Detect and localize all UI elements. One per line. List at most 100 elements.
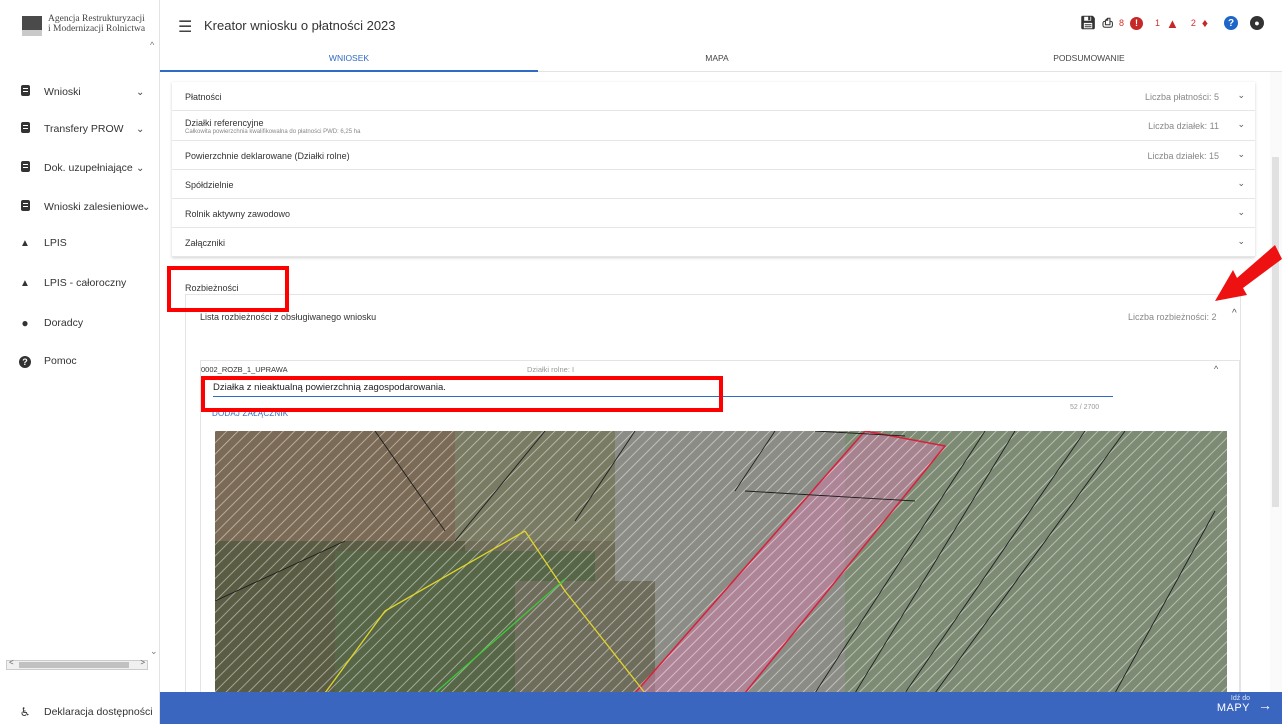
help-icon[interactable]: ? (1224, 16, 1238, 30)
mountain-icon: ▲︎ (20, 277, 30, 289)
user-icon[interactable]: ● (1250, 16, 1264, 30)
person-icon: ● (21, 316, 29, 330)
panel-title: Działki referencyjne (185, 118, 264, 128)
tab-wniosek[interactable]: WNIOSEK (160, 44, 538, 72)
warning-icon[interactable]: ▲ (1166, 16, 1179, 31)
panel-count: Liczba działek: 15 (1147, 151, 1219, 161)
bell-icon[interactable]: ♦ (1202, 16, 1208, 30)
document-icon (18, 161, 32, 175)
map-view[interactable] (215, 431, 1227, 692)
chevron-down-icon: ⌄ (136, 123, 145, 135)
content-vertical-scrollbar[interactable] (1270, 72, 1282, 692)
sidebar-item-label: Doradcy (44, 317, 84, 329)
sidebar-horizontal-scrollbar[interactable]: < > (6, 658, 148, 670)
main-content: Płatności Liczba płatności: 5 ⌄ Działki … (160, 72, 1282, 692)
warning-count: 1 (1154, 18, 1160, 28)
sidebar-scroll-down-icon[interactable]: ⌄ (150, 646, 158, 657)
sidebar-item-label: LPIS (44, 237, 67, 249)
document-icon (18, 200, 32, 214)
wheelchair-icon: ♿ (19, 705, 31, 719)
sidebar-item-label: LPIS - całoroczny (44, 277, 127, 289)
error-icon[interactable]: ! (1129, 16, 1143, 30)
goto-small-label: Idź do (1230, 695, 1250, 702)
bottom-action-bar: Idź do MAPY → (160, 692, 1282, 724)
scroll-left-icon[interactable]: < (9, 658, 14, 667)
error-count: 8 (1118, 18, 1124, 28)
chevron-down-icon: ⌄ (142, 201, 151, 213)
chevron-down-icon: ⌄ (136, 162, 145, 174)
chevron-down-icon[interactable]: ⌄ (1237, 178, 1245, 189)
sidebar-item-label: Transfery PROW (44, 123, 124, 135)
panel-title: Powierzchnie deklarowane (Działki rolne) (185, 151, 350, 161)
sidebar-item-label: Wnioski zalesieniowe (44, 201, 144, 213)
map-svg (215, 431, 1227, 692)
char-counter: 52 / 2700 (1070, 404, 1100, 411)
sidebar-item-transfery-prow[interactable]: Transfery PROW ⌄ (0, 116, 158, 142)
panel-zalaczniki[interactable]: Załączniki ⌄ (172, 228, 1255, 257)
chevron-up-icon[interactable]: ^ (1232, 308, 1237, 319)
accessibility-link[interactable]: ♿ Deklaracja dostępności (0, 700, 160, 724)
document-icon (18, 85, 32, 99)
sidebar-item-wnioski[interactable]: Wnioski ⌄ (0, 79, 158, 105)
highlight-description (201, 376, 723, 412)
menu-icon[interactable]: ☰ (178, 17, 192, 37)
sidebar-item-dok-uzupelniajace[interactable]: Dok. uzupełniające ⌄ (0, 155, 158, 181)
logo-line2: i Modernizacji Rolnictwa (48, 24, 146, 34)
sidebar-item-label: Dok. uzupełniające (44, 162, 133, 174)
logo-line1: Agencja Restrukturyzacji (48, 14, 145, 24)
panel-title: Załączniki (185, 238, 226, 248)
panel-rolnik-aktywny[interactable]: Rolnik aktywny zawodowo ⌄ (172, 199, 1255, 228)
tab-podsumowanie[interactable]: PODSUMOWANIE (896, 44, 1282, 72)
chevron-up-icon[interactable]: ^ (1214, 364, 1218, 374)
chevron-down-icon[interactable]: ⌄ (1237, 90, 1245, 101)
tab-bar: WNIOSEK MAPA PODSUMOWANIE (160, 44, 1282, 72)
panel-title: Płatności (185, 92, 222, 102)
sidebar-item-pomoc[interactable]: ? Pomoc (0, 348, 158, 374)
discrepancy-category: Działki rolne: I (527, 365, 575, 374)
scroll-right-icon[interactable]: > (140, 658, 145, 667)
logo-mark-icon (22, 16, 42, 36)
sidebar-item-lpis[interactable]: ▲︎ LPIS (0, 230, 158, 256)
sidebar: Agencja Restrukturyzacji i Modernizacji … (0, 0, 160, 724)
sidebar-item-lpis-caloroczny[interactable]: ▲︎ LPIS - całoroczny (0, 270, 158, 296)
arimr-logo[interactable]: Agencja Restrukturyzacji i Modernizacji … (22, 14, 148, 36)
save-icon[interactable]: 💾︎ (1080, 15, 1097, 31)
header: ☰ Kreator wniosku o płatności 2023 💾︎ ⎙ … (160, 0, 1282, 72)
document-icon (18, 122, 32, 136)
panel-title: Rolnik aktywny zawodowo (185, 209, 291, 219)
logo-text: Agencja Restrukturyzacji i Modernizacji … (48, 14, 148, 34)
panel-spoldzielnie[interactable]: Spółdzielnie ⌄ (172, 170, 1255, 199)
help-circle-icon: ? (18, 354, 32, 368)
panel-count: Liczba płatności: 5 (1144, 92, 1219, 102)
sidebar-scroll-up-icon[interactable]: ^ (150, 40, 154, 50)
app-window: Agencja Restrukturyzacji i Modernizacji … (0, 0, 1282, 724)
discrepancy-code: 0002_ROZB_1_UPRAWA (201, 365, 288, 374)
panel-dzialki-referencyjne[interactable]: Działki referencyjne Całkowita powierzch… (172, 111, 1255, 141)
highlight-rozbieznosci (167, 266, 289, 312)
chevron-down-icon[interactable]: ⌄ (1237, 207, 1245, 218)
sidebar-item-doradcy[interactable]: ● Doradcy (0, 310, 158, 336)
discrepancy-count: Liczba rozbieżności: 2 (1128, 312, 1217, 322)
sidebar-item-wnioski-zalesieniowe[interactable]: Wnioski zalesieniowe ⌄ (0, 194, 158, 220)
panel-count: Liczba działek: 11 (1148, 121, 1219, 131)
notification-count: 2 (1190, 18, 1196, 28)
chevron-down-icon: ⌄ (136, 86, 145, 98)
annotation-arrow-icon (1215, 245, 1282, 301)
sidebar-item-label: Pomoc (44, 355, 77, 367)
list-title[interactable]: Lista rozbieżności z obsługiwanego wnios… (200, 312, 376, 322)
page-title: Kreator wniosku o płatności 2023 (204, 18, 396, 33)
print-icon[interactable]: ⎙ (1103, 15, 1113, 31)
accessibility-label: Deklaracja dostępności (44, 706, 153, 718)
tab-mapa[interactable]: MAPA (538, 44, 896, 72)
header-toolbar: 💾︎ ⎙ 8 ! 1 ▲ 2 ♦ ? ● (1080, 15, 1264, 31)
scrollbar-thumb[interactable] (19, 662, 129, 668)
go-to-map-button[interactable]: Idź do MAPY → (1217, 695, 1272, 714)
chevron-down-icon[interactable]: ⌄ (1237, 119, 1245, 130)
goto-big-label: MAPY (1216, 702, 1250, 714)
mountain-icon: ▲︎ (20, 237, 30, 249)
chevron-down-icon[interactable]: ⌄ (1237, 149, 1245, 160)
arrow-right-icon: → (1258, 696, 1272, 713)
panel-powierzchnie-deklarowane[interactable]: Powierzchnie deklarowane (Działki rolne)… (172, 141, 1255, 170)
panel-platnosci[interactable]: Płatności Liczba płatności: 5 ⌄ (172, 82, 1255, 111)
panel-subtitle: Całkowita powierzchnia kwalifikowalna do… (185, 129, 361, 135)
